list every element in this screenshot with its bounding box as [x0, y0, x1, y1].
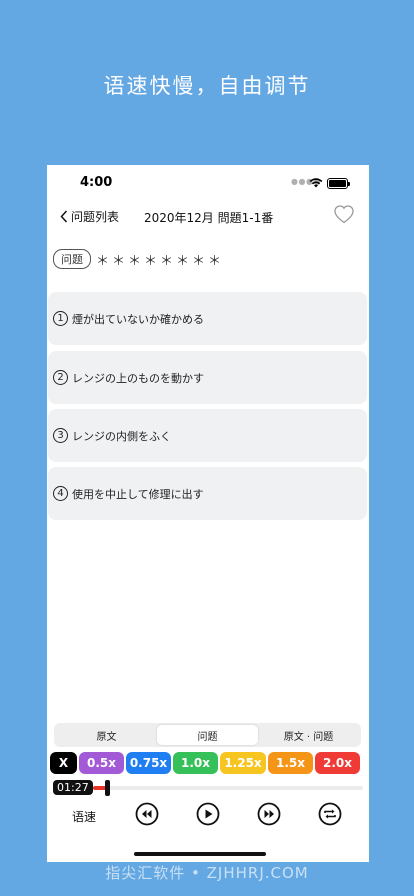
progress-track[interactable]	[93, 780, 363, 796]
speed-2.0x-button[interactable]: 2.0x	[315, 752, 360, 774]
option-number: 2	[53, 370, 68, 385]
wifi-icon	[309, 178, 323, 188]
chevron-left-icon	[60, 210, 68, 223]
speed-selector: X 0.5x 0.75x 1.0x 1.25x 1.5x 2.0x	[50, 752, 366, 774]
question-text: ＊＊＊＊＊＊＊＊	[96, 253, 225, 269]
page-title: 2020年12月 問題1-1番	[144, 211, 274, 225]
repeat-icon[interactable]	[318, 802, 342, 826]
heart-icon[interactable]	[334, 205, 354, 224]
option-1[interactable]: 1 煙が出ていないか確かめる	[48, 292, 367, 345]
tab-original[interactable]: 原文	[56, 725, 157, 745]
question-tag: 问题	[53, 249, 91, 269]
current-time: 01:27	[53, 780, 93, 795]
promo-title: 语速快慢，自由调节	[103, 74, 311, 98]
option-number: 3	[53, 428, 68, 443]
status-time: 4:00	[80, 175, 113, 190]
speed-close-button[interactable]: X	[50, 752, 77, 774]
option-text: レンジの上のものを動かす	[72, 371, 204, 385]
option-text: 使用を中止して修理に出す	[72, 487, 204, 501]
back-button[interactable]: 问题列表	[60, 208, 119, 225]
status-bar: 4:00 ●●●●	[47, 175, 369, 193]
speed-1.25x-button[interactable]: 1.25x	[220, 752, 266, 774]
option-text: レンジの内側をふく	[72, 429, 171, 443]
question-row: 问题 ＊＊＊＊＊＊＊＊	[53, 249, 224, 269]
speed-label[interactable]: 语速	[72, 808, 96, 825]
option-number: 4	[53, 486, 68, 501]
speed-0.5x-button[interactable]: 0.5x	[79, 752, 124, 774]
nav-bar: 问题列表 2020年12月 問題1-1番	[47, 205, 369, 229]
back-label: 问题列表	[71, 210, 120, 224]
speed-0.75x-button[interactable]: 0.75x	[126, 752, 171, 774]
tab-original-question[interactable]: 原文 · 问题	[258, 725, 359, 745]
option-3[interactable]: 3 レンジの内側をふく	[48, 409, 367, 462]
playback-controls: 语速	[47, 802, 369, 828]
view-tabs: 原文 问题 原文 · 问题	[54, 723, 361, 747]
speed-1.0x-button[interactable]: 1.0x	[173, 752, 218, 774]
progress-thumb[interactable]	[105, 780, 110, 796]
tab-question[interactable]: 问题	[157, 725, 258, 745]
option-2[interactable]: 2 レンジの上のものを動かす	[48, 351, 367, 404]
speed-1.5x-button[interactable]: 1.5x	[268, 752, 313, 774]
option-number: 1	[53, 311, 68, 326]
option-text: 煙が出ていないか確かめる	[72, 312, 204, 326]
rewind-icon[interactable]	[135, 802, 159, 826]
battery-icon	[327, 178, 350, 189]
watermark: 指尖汇软件 • ZJHHRJ.COM	[105, 864, 309, 882]
play-icon[interactable]	[196, 802, 220, 826]
phone-screen: 4:00 ●●●● 问题列表 2020年12月 問題1-1番 问题 ＊＊＊＊＊＊…	[47, 165, 369, 862]
progress-row: 01:27	[53, 779, 363, 797]
option-4[interactable]: 4 使用を中止して修理に出す	[48, 467, 367, 520]
fast-forward-icon[interactable]	[257, 802, 281, 826]
home-indicator[interactable]	[134, 852, 266, 856]
